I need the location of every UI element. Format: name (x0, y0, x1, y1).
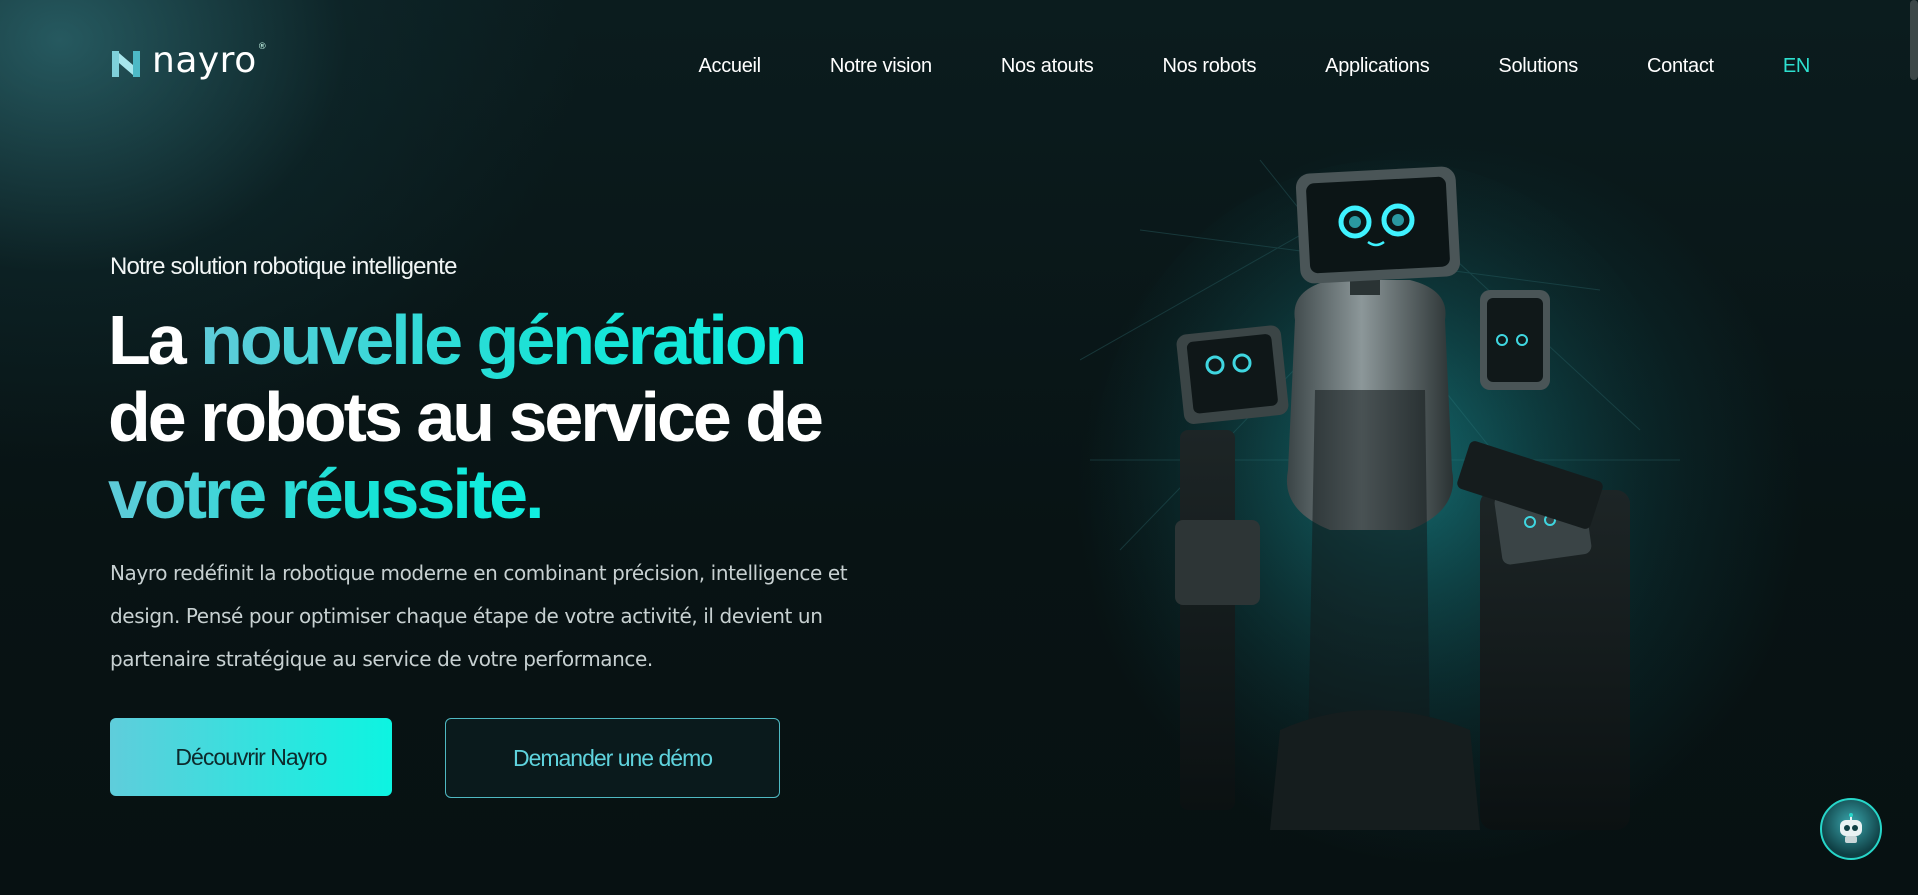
robot-chat-icon (1840, 813, 1862, 843)
chat-widget-button[interactable] (1820, 798, 1882, 860)
headline-line2: de robots au service de (108, 378, 824, 456)
discover-button[interactable]: Découvrir Nayro (110, 718, 392, 796)
nav-item-notre-vision[interactable]: Notre vision (830, 55, 932, 78)
page: nayro® Accueil Notre vision Nos atouts N… (0, 0, 1918, 895)
nayro-logo-icon (112, 51, 140, 77)
headline-line1-plain: La (108, 301, 201, 379)
headline-line1-accent: nouvelle génération (200, 301, 807, 379)
page-scrollbar[interactable] (1910, 0, 1918, 80)
hero-headline: La nouvelle génération de robots au serv… (108, 301, 824, 533)
site-header: nayro® Accueil Notre vision Nos atouts N… (0, 0, 1918, 130)
brand-logo[interactable]: nayro® (110, 43, 267, 80)
headline-line3-accent: votre réussite. (108, 455, 545, 533)
hero-eyebrow: Notre solution robotique intelligente (110, 253, 457, 280)
language-switch[interactable]: EN (1783, 55, 1810, 78)
nav-item-nos-robots[interactable]: Nos robots (1162, 55, 1256, 78)
nav-item-contact[interactable]: Contact (1647, 55, 1714, 78)
nav-item-applications[interactable]: Applications (1325, 55, 1430, 78)
trademark-symbol: ® (257, 42, 268, 52)
nav-item-accueil[interactable]: Accueil (698, 55, 761, 78)
brand-name: nayro® (152, 40, 268, 81)
robot-main (1270, 166, 1480, 830)
robots-illustration (1080, 159, 1680, 830)
nav-item-nos-atouts[interactable]: Nos atouts (1001, 55, 1094, 78)
main-nav: Accueil Notre vision Nos atouts Nos robo… (629, 55, 1810, 78)
request-demo-button[interactable]: Demander une démo (445, 718, 780, 798)
nav-item-solutions[interactable]: Solutions (1498, 55, 1578, 78)
hero-description: Nayro redéfinit la robotique moderne en … (110, 561, 848, 671)
